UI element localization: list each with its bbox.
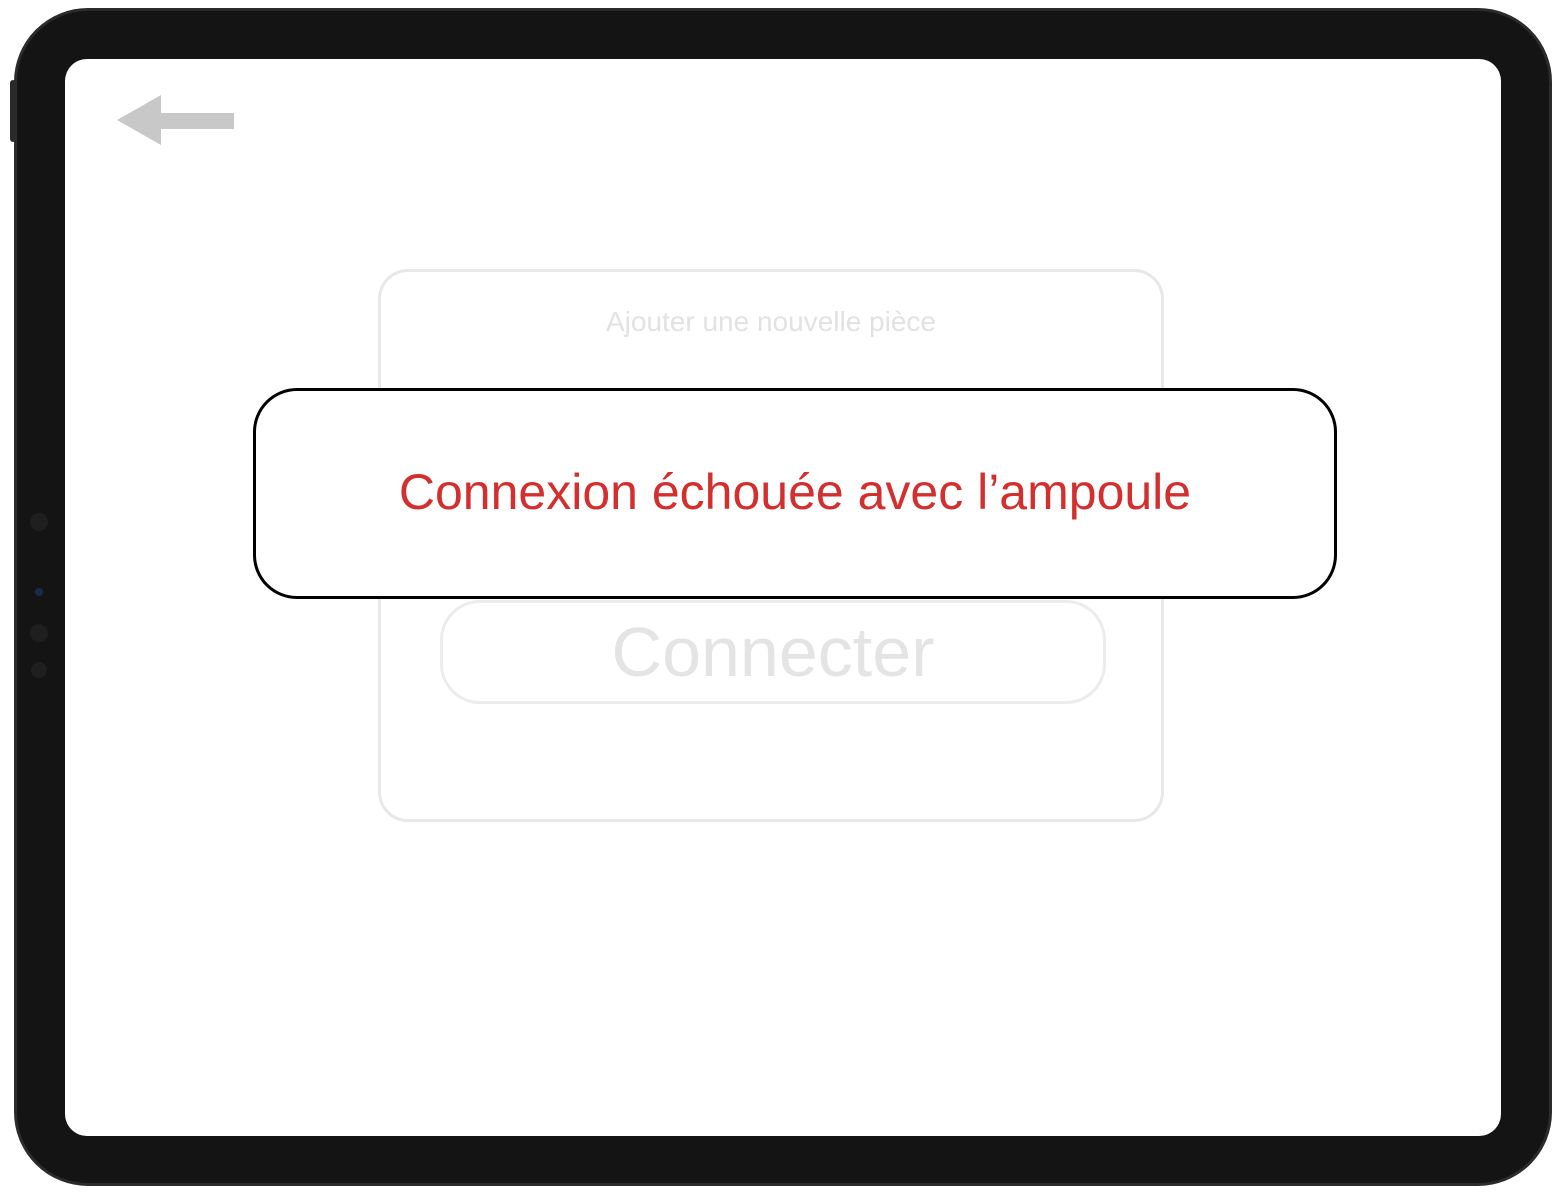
- camera-sensor: [30, 513, 48, 531]
- error-message: Connexion échouée avec l’ampoule: [398, 463, 1192, 520]
- tablet-side-button: [10, 80, 16, 142]
- error-dialog: Connexion échouée avec l’ampoule: [253, 388, 1337, 599]
- app-screen: Ajouter une nouvelle pièce Connecter Con…: [65, 59, 1501, 1136]
- camera-sensor: [31, 662, 47, 678]
- arrow-left-icon: [117, 95, 234, 145]
- camera-sensor: [30, 624, 48, 642]
- camera-lens: [35, 588, 43, 596]
- back-button[interactable]: [115, 93, 239, 151]
- connect-button[interactable]: Connecter: [440, 600, 1106, 704]
- add-room-title: Ajouter une nouvelle pièce: [605, 306, 936, 337]
